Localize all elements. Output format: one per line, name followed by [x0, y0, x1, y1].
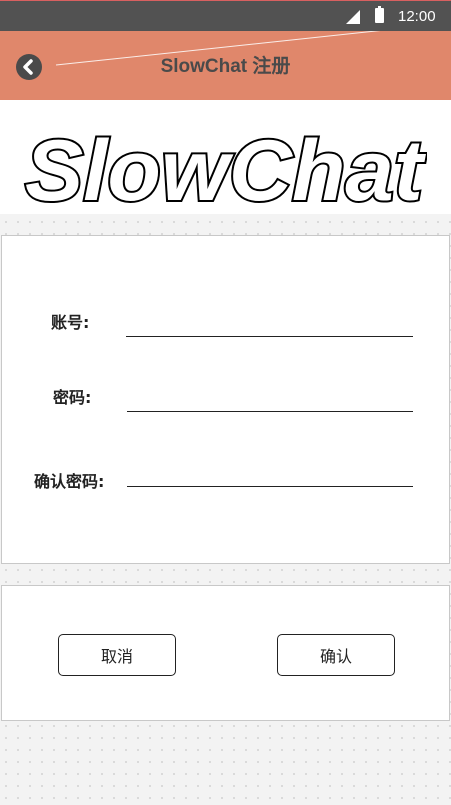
confirm-password-label: 确认密码: — [34, 472, 105, 491]
confirm-password-input[interactable] — [127, 464, 413, 487]
signal-icon — [346, 10, 360, 24]
page-title: SlowChat 注册 — [0, 51, 451, 78]
app-bar: SlowChat 注册 — [0, 31, 451, 100]
cancel-button[interactable]: 取消 — [58, 634, 176, 676]
confirm-button[interactable]: 确认 — [277, 634, 395, 676]
page-title-app: SlowChat — [160, 56, 248, 77]
logo-text: SlowChat — [25, 128, 426, 208]
account-input[interactable] — [126, 314, 413, 337]
action-panel: 取消 确认 — [1, 585, 450, 721]
status-time: 12:00 — [398, 8, 436, 25]
password-label: 密码: — [53, 388, 92, 407]
battery-icon — [375, 6, 384, 23]
page-title-action: 注册 — [252, 55, 291, 77]
registration-form: 账号: 密码: 确认密码: — [1, 235, 450, 564]
account-label: 账号: — [51, 313, 90, 332]
slowchat-logo: SlowChat — [23, 128, 427, 208]
status-bar: 12:00 — [0, 0, 451, 31]
password-input[interactable] — [127, 389, 413, 412]
